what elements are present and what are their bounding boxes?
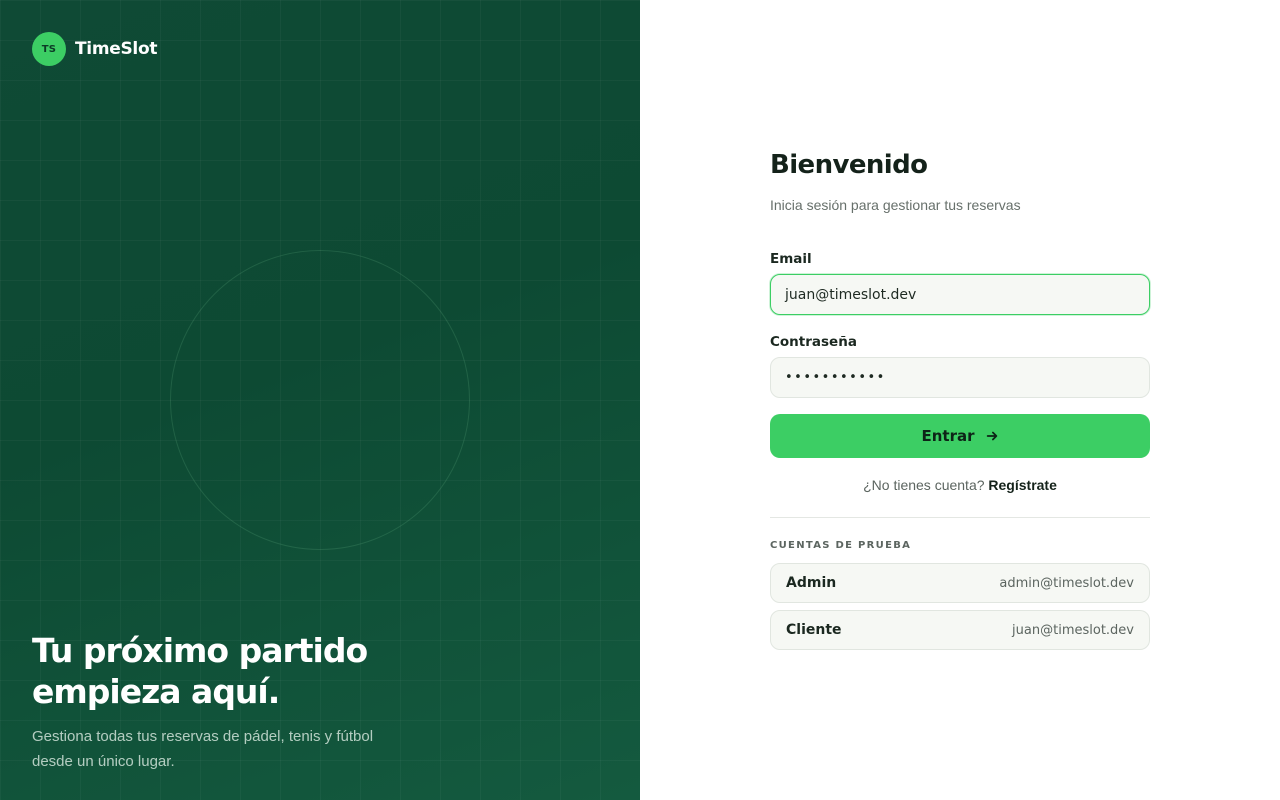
hero-panel: TS TimeSlot Tu próximo partido empieza a… (0, 0, 640, 800)
test-account-admin[interactable]: Admin admin@timeslot.dev (770, 563, 1150, 603)
hero-content: Tu próximo partido empieza aquí. Gestion… (32, 630, 472, 774)
brand[interactable]: TS TimeSlot (32, 32, 157, 66)
account-email: admin@timeslot.dev (999, 575, 1134, 591)
brand-name: TimeSlot (75, 39, 158, 59)
email-field[interactable]: juan@timeslot.dev (770, 274, 1150, 315)
signup-prompt: ¿No tienes cuenta? Regístrate (770, 477, 1150, 493)
signup-prompt-text: ¿No tienes cuenta? (863, 477, 985, 493)
hero-subtitle: Gestiona todas tus reservas de pádel, te… (32, 728, 374, 770)
brand-logo: TS (32, 32, 66, 66)
email-label: Email (770, 251, 812, 267)
login-button-label: Entrar (921, 427, 975, 445)
login-form: Bienvenido Inicia sesión para gestionar … (770, 150, 1150, 650)
account-role: Admin (786, 575, 837, 591)
login-button[interactable]: Entrar (770, 414, 1150, 458)
signup-link[interactable]: Regístrate (988, 477, 1056, 493)
account-role: Cliente (786, 622, 842, 638)
hero-title-line-2: empieza aquí. (32, 672, 280, 711)
test-account-cliente[interactable]: Cliente juan@timeslot.dev (770, 610, 1150, 650)
password-value: ••••••••••• (785, 370, 886, 385)
page-subtitle: Inicia sesión para gestionar tus reserva… (770, 197, 1021, 213)
arrow-right-icon (986, 431, 997, 441)
hero-title-line-1: Tu próximo partido (32, 631, 368, 670)
divider (770, 517, 1150, 518)
page-title: Bienvenido (770, 150, 928, 180)
password-field[interactable]: ••••••••••• (770, 357, 1150, 398)
account-email: juan@timeslot.dev (1012, 622, 1134, 638)
decorative-circle (170, 250, 470, 550)
email-value: juan@timeslot.dev (785, 286, 917, 303)
test-accounts-heading: CUENTAS DE PRUEBA (770, 540, 912, 551)
password-label: Contraseña (770, 334, 857, 350)
hero-title: Tu próximo partido empieza aquí. (32, 630, 472, 712)
